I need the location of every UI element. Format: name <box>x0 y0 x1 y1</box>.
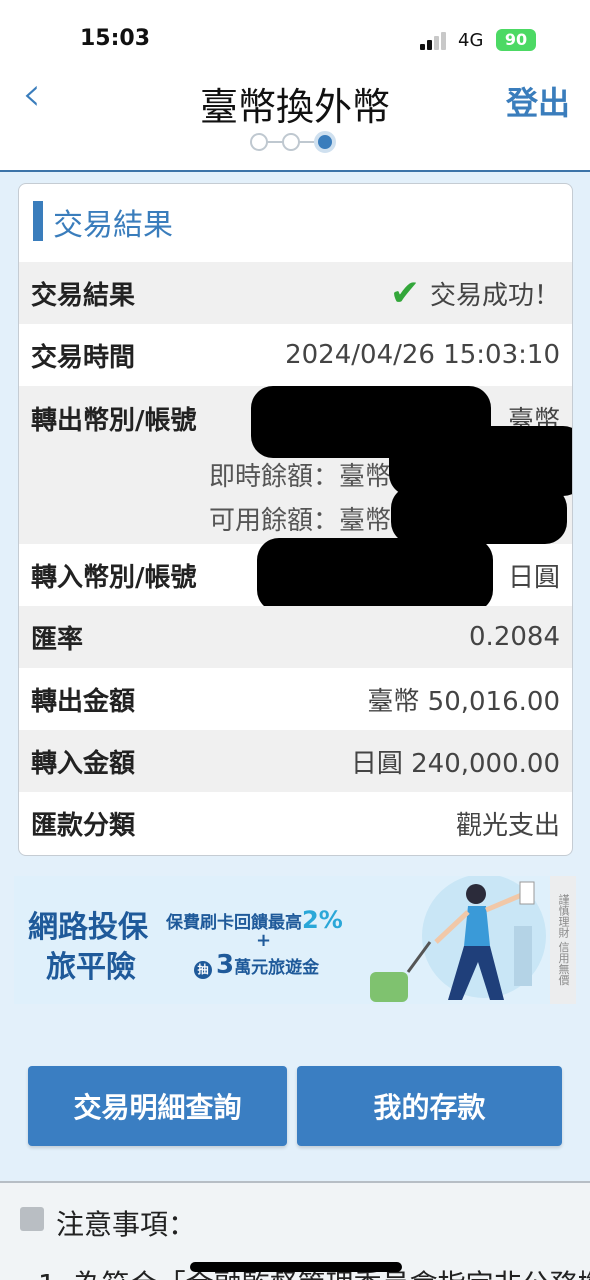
banner-title-line1: 網路投保 <box>28 910 148 945</box>
status-time: 15:03 <box>80 26 151 51</box>
banner-plus: + <box>256 930 272 951</box>
draw-badge: 抽 <box>194 961 212 979</box>
result-card: 交易結果 交易結果 ✔ 交易成功！ 交易時間 2024/04/26 15:03:… <box>18 183 573 856</box>
banner-promo-cashback: 保費刷卡回饋最高2% <box>166 906 343 934</box>
check-icon: ✔ <box>389 272 420 314</box>
transaction-details-button[interactable]: 交易明細查詢 <box>28 1066 287 1146</box>
realtime-balance: 即時餘額：臺幣 <box>209 462 392 492</box>
my-deposits-button[interactable]: 我的存款 <box>297 1066 562 1146</box>
step-dot-2 <box>282 133 300 151</box>
banner-title-line2: 旅平險 <box>46 950 136 985</box>
banner-promo-draw: 抽 3萬元旅遊金 <box>194 950 319 980</box>
travel-insurance-banner[interactable]: 網路投保 旅平險 保費刷卡回饋最高2% + 抽 3萬元旅遊金 謹慎理財 信用無價 <box>14 876 576 1004</box>
available-balance: 可用餘額：臺幣 <box>209 506 392 536</box>
step-dot-1 <box>250 133 268 151</box>
square-bullet-icon <box>20 1207 44 1231</box>
logout-button[interactable]: 登出 <box>506 78 570 124</box>
category-row: 匯款分類 觀光支出 <box>31 810 560 841</box>
step-indicator <box>250 130 342 154</box>
redaction-mark <box>257 538 493 612</box>
out-amount-row: 轉出金額 臺幣 50,016.00 <box>31 686 560 717</box>
section-title: 交易結果 <box>19 184 572 262</box>
rate-row: 匯率 0.2084 <box>19 606 572 668</box>
signal-icon <box>420 32 450 50</box>
out-account-row: 轉出幣別/帳號 臺幣 即時餘額：臺幣 可用餘額：臺幣 <box>19 386 572 544</box>
disclaimer-vertical: 謹慎理財 信用無價 <box>550 876 576 1004</box>
in-amount-row: 轉入金額 日圓 240,000.00 <box>19 730 572 792</box>
network-type: 4G <box>458 30 484 51</box>
in-account-row: 轉入幣別/帳號 日圓 <box>19 538 572 612</box>
home-indicator[interactable] <box>190 1262 402 1272</box>
traveler-illustration <box>370 876 546 1002</box>
redaction-mark <box>391 486 567 544</box>
notes-title: 注意事項： <box>56 1208 197 1241</box>
page-title: 臺幣換外幣 <box>199 85 390 129</box>
battery-icon: 90 <box>496 29 536 51</box>
step-dot-3 <box>314 131 336 153</box>
status-bar: 15:03 4G 90 <box>0 0 590 70</box>
result-row: 交易結果 ✔ 交易成功！ <box>19 262 572 324</box>
time-row: 交易時間 2024/04/26 15:03:10 <box>31 340 560 373</box>
nav-header: ‹ 臺幣換外幣 登出 <box>0 70 590 172</box>
